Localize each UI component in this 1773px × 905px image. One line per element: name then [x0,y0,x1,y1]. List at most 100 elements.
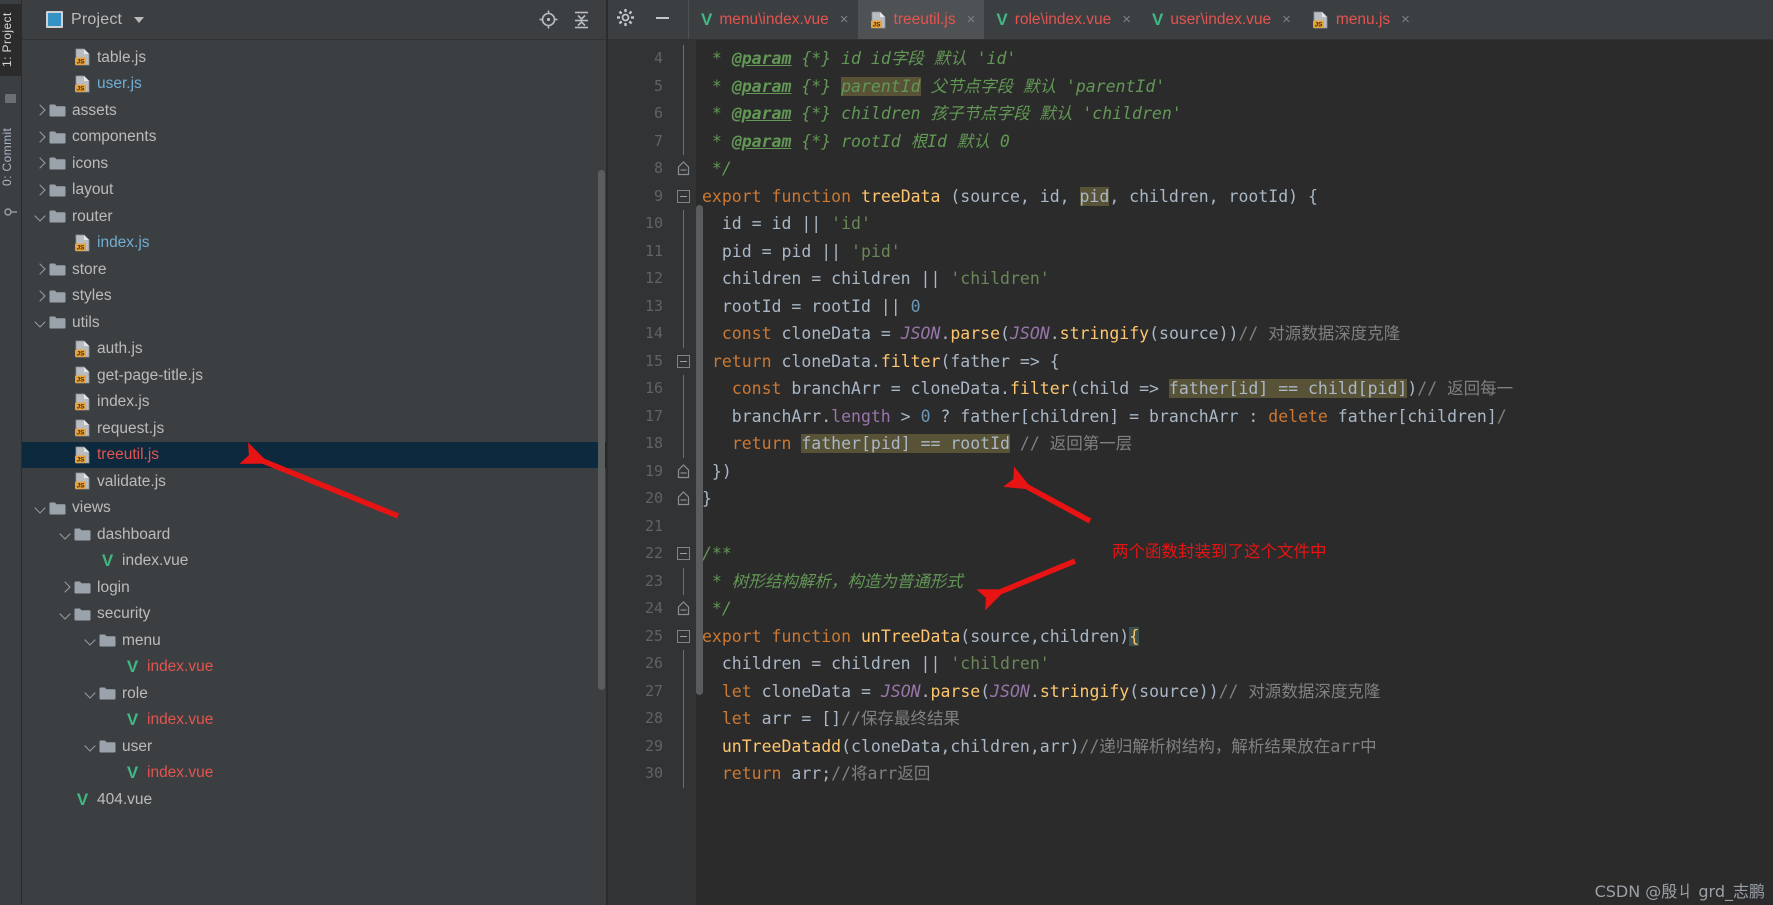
tool-tab-commit[interactable]: 0: Commit [0,118,22,196]
chevron-down-icon[interactable] [32,314,48,330]
fold-marker-cell[interactable] [672,348,696,376]
chevron-right-icon[interactable] [32,102,48,118]
fold-marker-cell[interactable] [672,292,696,320]
code-line[interactable] [696,513,1773,541]
tree-row[interactable]: utils [22,309,607,336]
tree-row[interactable]: layout [22,177,607,204]
editor-tab[interactable]: JS menu.js × [1300,0,1419,39]
tree-row[interactable]: store [22,256,607,283]
tree-row[interactable]: JS request.js [22,415,607,442]
tree-row[interactable]: login [22,574,607,601]
code-content[interactable]: * @param {*} id id字段 默认 'id' * @param {*… [696,40,1773,905]
tree-row[interactable]: V 404.vue [22,786,607,813]
collapse-all-icon[interactable] [572,10,591,29]
tree-row[interactable]: JS get-page-title.js [22,362,607,389]
code-line[interactable]: */ [696,595,1773,623]
chevron-down-icon[interactable] [82,685,98,701]
tree-row[interactable]: role [22,680,607,707]
tree-row[interactable]: JS auth.js [22,336,607,363]
chevron-down-icon[interactable] [32,500,48,516]
build-icon[interactable] [4,205,18,219]
code-line[interactable]: children = children || 'children' [696,650,1773,678]
fold-marker-cell[interactable] [672,155,696,183]
tree-row[interactable]: Vindex.vue [22,707,607,734]
fold-marker-cell[interactable] [672,760,696,788]
chevron-right-icon[interactable] [32,288,48,304]
code-line[interactable]: pid = pid || 'pid' [696,238,1773,266]
code-line[interactable]: const cloneData = JSON.parse(JSON.string… [696,320,1773,348]
tree-row[interactable]: icons [22,150,607,177]
tree-row[interactable]: JS index.js [22,389,607,416]
close-icon[interactable]: × [840,12,849,27]
code-line[interactable]: export function treeData (source, id, pi… [696,183,1773,211]
fold-marker-cell[interactable] [672,567,696,595]
tree-row[interactable]: security [22,601,607,628]
tree-row[interactable]: JS treeutil.js [22,441,607,468]
tree-row[interactable]: menu [22,627,607,654]
code-line[interactable]: * @param {*} rootId 根Id 默认 0 [696,128,1773,156]
fold-marker-cell[interactable] [672,237,696,265]
tree-row[interactable]: assets [22,97,607,124]
fold-marker-cell[interactable] [672,595,696,623]
fold-marker-cell[interactable] [672,650,696,678]
tree-row[interactable]: styles [22,283,607,310]
code-line[interactable]: * 树形结构解析，构造为普通形式 [696,568,1773,596]
code-line[interactable]: rootId = rootId || 0 [696,293,1773,321]
panel-divider[interactable] [606,0,607,905]
fold-collapse-icon[interactable] [677,354,690,368]
tree-row[interactable]: components [22,124,607,151]
code-line[interactable]: * @param {*} children 孩子节点字段 默认 'childre… [696,100,1773,128]
code-line[interactable]: return cloneData.filter(father => { [696,348,1773,376]
editor-scrollbar[interactable] [696,205,703,695]
tree-row[interactable]: JS index.js [22,230,607,257]
fold-end-icon[interactable] [677,491,690,506]
fold-marker-cell[interactable] [672,677,696,705]
chevron-right-icon[interactable] [32,129,48,145]
tree-row[interactable]: router [22,203,607,230]
tree-row[interactable]: JS validate.js [22,468,607,495]
tool-tab-project[interactable]: 1: Project [0,4,22,76]
locate-file-icon[interactable] [539,10,558,29]
fold-marker-cell[interactable] [672,127,696,155]
tree-row[interactable]: Vindex.vue [22,548,607,575]
settings-gear-icon[interactable] [616,8,635,32]
code-line[interactable]: */ [696,155,1773,183]
code-line[interactable]: unTreeDatadd(cloneData,children,arr)//递归… [696,733,1773,761]
editor-tab[interactable]: Vrole\index.vue × [984,0,1140,39]
chevron-down-icon[interactable] [134,16,145,23]
tree-row[interactable]: dashboard [22,521,607,548]
fold-end-icon[interactable] [677,463,690,479]
tree-row[interactable]: Vindex.vue [22,760,607,787]
chevron-right-icon[interactable] [32,261,48,277]
chevron-right-icon[interactable] [32,182,48,198]
close-icon[interactable]: × [1401,12,1410,27]
code-line[interactable]: let cloneData = JSON.parse(JSON.stringif… [696,678,1773,706]
minimize-icon[interactable] [653,8,672,32]
code-line[interactable]: * @param {*} id id字段 默认 'id' [696,45,1773,73]
chevron-down-icon[interactable] [57,606,73,622]
editor-tab[interactable]: Vmenu\index.vue × [689,0,858,39]
editor-tab[interactable]: Vuser\index.vue × [1140,0,1300,39]
chevron-right-icon[interactable] [32,155,48,171]
fold-marker-cell[interactable] [672,210,696,238]
fold-collapse-icon[interactable] [677,547,690,560]
fold-marker-cell[interactable] [672,623,696,651]
chevron-down-icon[interactable] [82,738,98,754]
code-line[interactable]: return father[pid] == rootId // 返回第一层 [696,430,1773,458]
code-line[interactable]: let arr = []//保存最终结果 [696,705,1773,733]
tree-row[interactable]: views [22,495,607,522]
code-line[interactable]: * @param {*} parentId 父节点字段 默认 'parentId… [696,73,1773,101]
code-line[interactable]: } [696,485,1773,513]
fold-collapse-icon[interactable] [677,189,690,203]
fold-marker-cell[interactable] [672,430,696,458]
project-panel-scrollbar[interactable] [598,170,605,690]
chevron-right-icon[interactable] [57,579,73,595]
fold-collapse-icon[interactable] [677,629,690,643]
fold-marker-cell[interactable] [672,705,696,733]
chevron-down-icon[interactable] [32,208,48,224]
editor-tab[interactable]: JS treeutil.js × [857,0,985,39]
fold-marker-cell[interactable] [672,375,696,403]
fold-marker-cell[interactable] [672,540,696,568]
fold-marker-cell[interactable] [672,72,696,100]
tree-row[interactable]: JS table.js [22,44,607,71]
